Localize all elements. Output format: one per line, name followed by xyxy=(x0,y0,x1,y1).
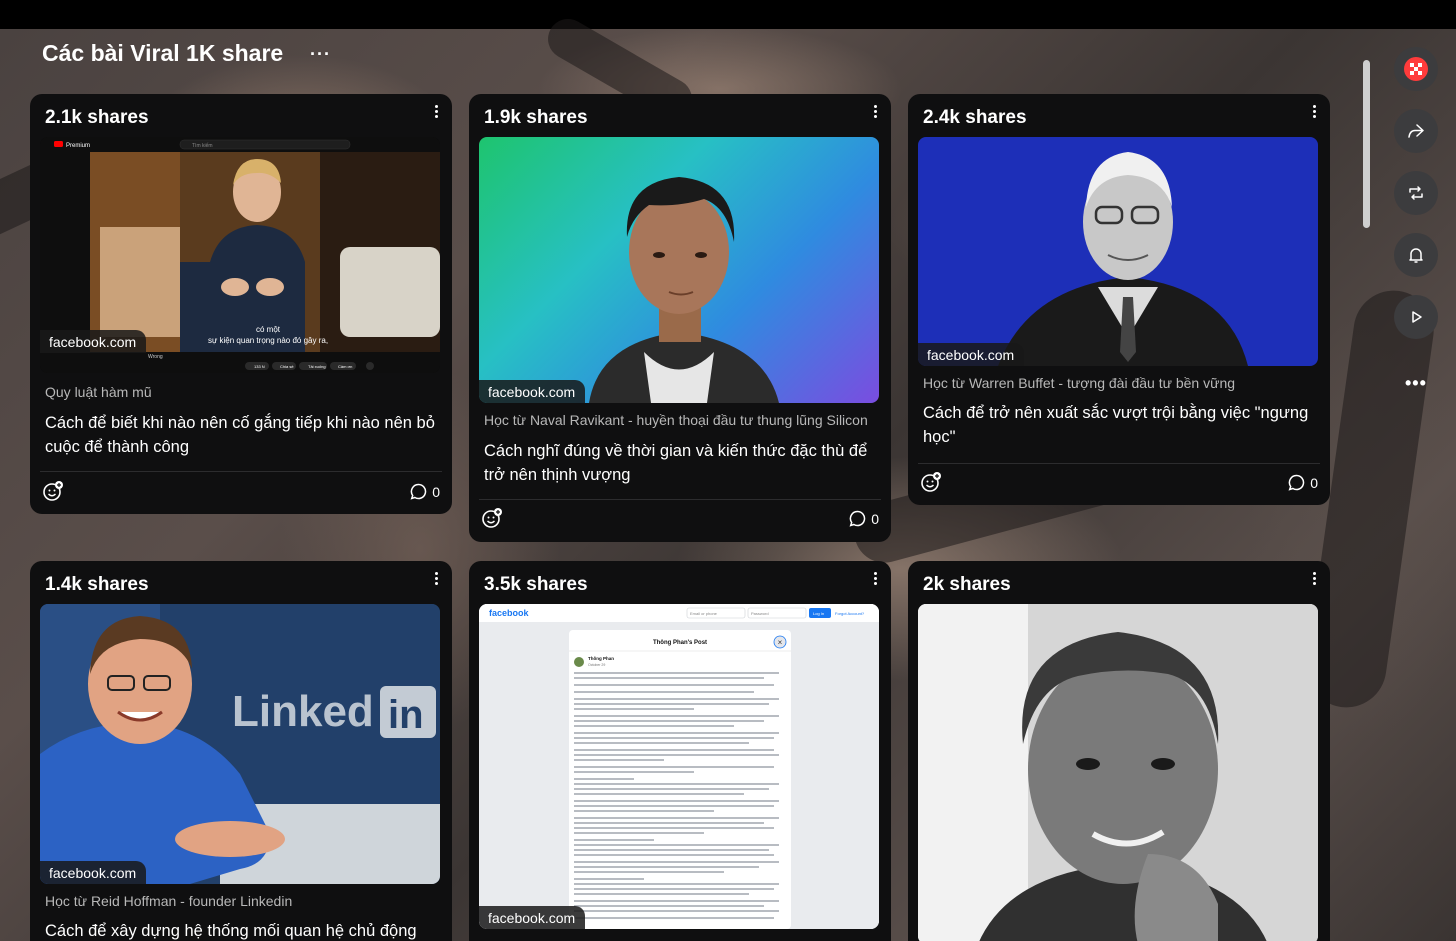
comment-button[interactable]: 0 xyxy=(410,483,440,500)
share-count: 2.4k shares xyxy=(923,107,1027,128)
forgot-link: Forgot Account? xyxy=(835,611,865,616)
thanks-action: Cảm ơn xyxy=(338,364,352,369)
like-count: 133 N xyxy=(254,364,265,369)
card-thumbnail[interactable] xyxy=(918,604,1318,941)
card-divider xyxy=(40,471,442,472)
portrait-image: Linked in xyxy=(40,604,440,884)
play-icon xyxy=(1412,311,1422,323)
close-icon: × xyxy=(778,638,783,647)
repost-icon xyxy=(1409,186,1423,200)
card-thumbnail[interactable]: facebook.com xyxy=(918,137,1318,366)
pin-card[interactable]: 1.9k shares facebook.com Học từ Naval Ra… xyxy=(469,94,891,542)
domain-chip[interactable]: facebook.com xyxy=(479,906,586,929)
card-menu-button[interactable] xyxy=(1310,104,1318,122)
comment-button[interactable]: 0 xyxy=(1288,474,1318,491)
pin-card[interactable]: 1.4k shares Linked in facebook.com Học t… xyxy=(30,561,452,941)
login-button: Log In xyxy=(813,611,824,616)
card-menu-button[interactable] xyxy=(871,571,879,589)
download-action: Tải xuống xyxy=(308,364,326,369)
comment-count: 0 xyxy=(432,483,440,500)
card-headline[interactable]: Cách để trở nên xuất sắc vượt trội bằng … xyxy=(923,401,1318,449)
repost-button[interactable] xyxy=(1394,171,1438,215)
card-menu-button[interactable] xyxy=(871,104,879,122)
top-bar xyxy=(0,0,1456,29)
avatar-icon xyxy=(1404,57,1428,81)
domain-chip[interactable]: facebook.com xyxy=(918,343,1025,366)
bell-icon xyxy=(1409,248,1423,263)
board-more-button[interactable]: ··· xyxy=(310,44,331,65)
add-reaction-icon[interactable] xyxy=(481,507,503,529)
scrollbar-thumb[interactable] xyxy=(1363,60,1370,228)
pin-card[interactable]: 2.1k shares Premium Tìm kiếm có một sự k… xyxy=(30,94,452,514)
card-source: Học từ Reid Hoffman - founder Linkedin xyxy=(45,893,293,909)
comment-icon xyxy=(1288,474,1305,491)
video-subtitle: sự kiện quan trọng nào đó gây ra, xyxy=(208,336,328,345)
card-thumbnail[interactable]: facebook Email or phone Password Log In … xyxy=(479,604,879,929)
pin-card[interactable]: 2.4k shares facebook.com Học từ Warren B… xyxy=(908,94,1330,505)
card-menu-button[interactable] xyxy=(1310,571,1318,589)
share-count: 1.4k shares xyxy=(45,574,149,595)
share-count: 3.5k shares xyxy=(484,574,588,595)
card-headline[interactable]: Cách nghĩ đúng về thời gian và kiến thức… xyxy=(484,439,879,487)
avatar-button[interactable] xyxy=(1394,47,1438,91)
domain-chip[interactable]: facebook.com xyxy=(479,380,586,403)
share-action: Chia sẻ xyxy=(280,364,294,369)
pin-card[interactable]: 2k shares xyxy=(908,561,1330,941)
pin-card[interactable]: 3.5k shares facebook Email or phone Pass… xyxy=(469,561,891,941)
brand-label: Premium xyxy=(66,143,90,149)
post-date: October 29 xyxy=(588,663,605,667)
card-divider xyxy=(918,463,1320,464)
password-placeholder: Password xyxy=(751,611,769,616)
video-subtitle: có một xyxy=(256,325,281,334)
portrait-image xyxy=(998,152,1248,366)
card-thumbnail[interactable]: Linked in facebook.com xyxy=(40,604,440,884)
card-menu-button[interactable] xyxy=(432,571,440,589)
domain-chip[interactable]: facebook.com xyxy=(40,861,147,884)
comment-icon xyxy=(849,510,866,527)
share-count: 1.9k shares xyxy=(484,107,588,128)
notifications-button[interactable] xyxy=(1394,233,1438,277)
card-headline[interactable]: Cách để biết khi nào nên cố gắng tiếp kh… xyxy=(45,411,440,459)
card-thumbnail[interactable]: facebook.com xyxy=(479,137,879,403)
card-headline[interactable]: Cách để xây dựng hệ thống mối quan hệ ch… xyxy=(45,919,440,941)
share-count: 2.1k shares xyxy=(45,107,149,128)
post-dialog-title: Thông Phan's Post xyxy=(653,640,707,646)
card-source: Học từ Warren Buffet - tượng đài đầu tư … xyxy=(923,375,1236,391)
share-count: 2k shares xyxy=(923,574,1011,595)
email-placeholder: Email or phone xyxy=(690,611,718,616)
search-placeholder: Tìm kiếm xyxy=(192,143,213,149)
channel-tail: Wrong xyxy=(148,354,163,360)
rail-more-button[interactable]: ••• xyxy=(1405,373,1427,394)
share-icon xyxy=(1408,124,1424,138)
comment-count: 0 xyxy=(1310,474,1318,491)
portrait-image xyxy=(589,177,779,403)
linkedin-sign: Linked xyxy=(232,687,374,736)
comment-icon xyxy=(410,483,427,500)
card-source: Quy luật hàm mũ xyxy=(45,384,152,400)
comment-count: 0 xyxy=(871,510,879,527)
comment-button[interactable]: 0 xyxy=(849,510,879,527)
domain-chip[interactable]: facebook.com xyxy=(40,330,147,353)
facebook-logo: facebook xyxy=(489,608,530,618)
share-button[interactable] xyxy=(1394,109,1438,153)
add-reaction-icon[interactable] xyxy=(920,471,942,493)
card-menu-button[interactable] xyxy=(432,104,440,122)
add-reaction-icon[interactable] xyxy=(42,480,64,502)
facebook-post-screenshot: facebook Email or phone Password Log In … xyxy=(479,604,879,929)
play-button[interactable] xyxy=(1394,295,1438,339)
card-divider xyxy=(479,499,881,500)
portrait-image xyxy=(918,604,1318,941)
card-source: Học từ Naval Ravikant - huyền thoại đầu … xyxy=(484,412,868,428)
post-author: Thông Phan xyxy=(588,656,614,661)
card-thumbnail[interactable]: Premium Tìm kiếm có một sự kiện quan trọ… xyxy=(40,137,440,373)
linkedin-sign-in: in xyxy=(388,693,424,737)
board-title: Các bài Viral 1K share xyxy=(42,40,284,66)
